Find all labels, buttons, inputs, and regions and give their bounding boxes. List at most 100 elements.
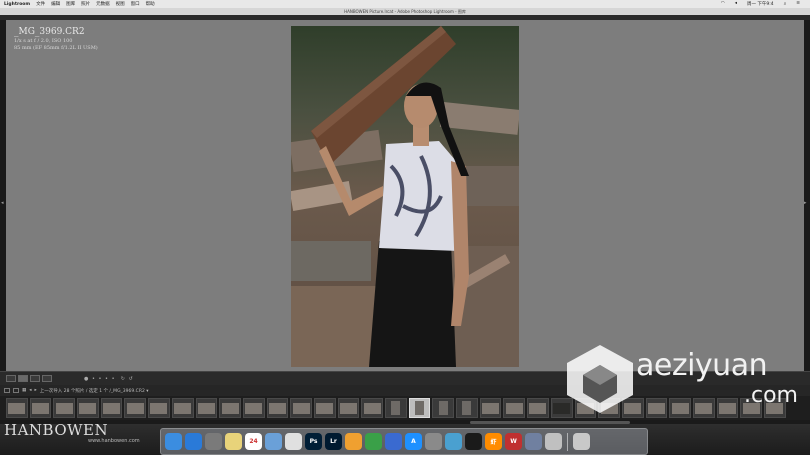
menu-help[interactable]: 帮助 xyxy=(146,1,155,7)
notes-icon[interactable] xyxy=(225,433,242,450)
filmstrip-thumbnail[interactable] xyxy=(337,398,360,418)
filmstrip-thumbnail[interactable] xyxy=(77,398,99,418)
thumbnail-image xyxy=(268,402,286,414)
filmstrip-thumbnail[interactable] xyxy=(361,398,383,418)
filmstrip-thumbnail[interactable] xyxy=(479,398,502,418)
dock-separator xyxy=(567,432,568,451)
filmstrip-grid-icon[interactable]: ▦ xyxy=(22,388,26,393)
clock-text[interactable]: 周一 下午9:4 xyxy=(747,1,774,7)
filmstrip-thumbnail[interactable] xyxy=(645,398,668,418)
menu-metadata[interactable]: 元数据 xyxy=(96,1,110,7)
left-panel-toggle-icon[interactable]: ◂ xyxy=(1,200,7,206)
compare-view-button[interactable] xyxy=(30,375,40,382)
filmstrip-thumbnail[interactable] xyxy=(408,398,431,418)
filmstrip-back-icon[interactable]: ◂ xyxy=(29,388,31,393)
thumbnail-image xyxy=(363,402,381,414)
filmstrip-thumbnail[interactable] xyxy=(313,398,336,418)
finder-icon[interactable] xyxy=(165,433,182,450)
survey-view-button[interactable] xyxy=(42,375,52,382)
filmstrip-thumbnail[interactable] xyxy=(242,398,265,418)
launchpad-icon[interactable] xyxy=(205,433,222,450)
screenshot-icon[interactable] xyxy=(545,433,562,450)
thumbnail-image xyxy=(647,402,665,414)
menu-view[interactable]: 视图 xyxy=(116,1,125,7)
thumbnail-image xyxy=(391,401,401,415)
photo-filename: _MG_3969.CR2 xyxy=(14,27,85,37)
instruments-icon[interactable] xyxy=(445,433,462,450)
filmstrip-forward-icon[interactable]: ▸ xyxy=(35,388,37,393)
filmstrip-thumbnail[interactable] xyxy=(266,398,289,418)
pages-icon[interactable] xyxy=(345,433,362,450)
grid-view-button[interactable] xyxy=(6,375,16,382)
thumbnail-image xyxy=(505,402,523,414)
menu-window[interactable]: 窗口 xyxy=(131,1,140,7)
loupe-view[interactable]: _MG_3969.CR2 1/x s at f / 2.0, ISO 100 8… xyxy=(6,20,804,371)
filmstrip-thumbnail[interactable] xyxy=(716,398,739,418)
thumbnail-image xyxy=(103,402,121,414)
filmstrip-source-label[interactable]: 上一次导入 28 个照片 / 选定 1 个 /_MG_3969.CR2 ▾ xyxy=(40,388,149,394)
appstore-icon[interactable]: A xyxy=(405,433,422,450)
photoshop-icon[interactable]: Ps xyxy=(305,433,322,450)
filmstrip-thumbnail[interactable] xyxy=(171,398,194,418)
toolbar-page-dots: ● • • • • ↻ ↺ xyxy=(84,375,134,382)
numbers-icon[interactable] xyxy=(365,433,382,450)
menu-edit[interactable]: 编辑 xyxy=(51,1,60,7)
filmstrip-thumbnail[interactable] xyxy=(456,398,478,418)
loupe-view-button[interactable] xyxy=(18,375,28,382)
macos-dock: 24 Ps Lr A 虾 W xyxy=(160,428,648,455)
menu-library[interactable]: 图库 xyxy=(66,1,75,7)
keynote-icon[interactable] xyxy=(385,433,402,450)
xiami-icon[interactable]: 虾 xyxy=(485,433,502,450)
filmstrip-thumbnail[interactable] xyxy=(219,398,241,418)
filmstrip-thumbnail[interactable] xyxy=(385,398,407,418)
filmstrip-thumbnail[interactable] xyxy=(53,398,76,418)
menubar-status-area: ◠ ◂ 周一 下午9:4 ⌕ ≡ xyxy=(721,1,806,7)
qq-icon[interactable] xyxy=(465,433,482,450)
right-panel-toggle-icon[interactable]: ▸ xyxy=(804,200,810,206)
rocket-icon[interactable] xyxy=(525,433,542,450)
thumbnail-image xyxy=(245,402,263,414)
lightroom-icon[interactable]: Lr xyxy=(325,433,342,450)
filmstrip-thumbnail[interactable] xyxy=(124,398,147,418)
filmstrip-thumbnail[interactable] xyxy=(195,398,218,418)
thumbnail-image xyxy=(316,402,334,414)
filmstrip-nav-square[interactable] xyxy=(4,388,10,393)
main-photo xyxy=(291,26,519,367)
filmstrip-thumbnail[interactable] xyxy=(692,398,715,418)
filmstrip-thumbnail[interactable] xyxy=(503,398,526,418)
trash-icon[interactable] xyxy=(573,433,590,450)
menu-file[interactable]: 文件 xyxy=(36,1,45,7)
filmstrip-thumbnail[interactable] xyxy=(290,398,312,418)
thumbnail-image xyxy=(150,402,168,414)
filmstrip[interactable] xyxy=(0,396,810,420)
menu-list-icon[interactable]: ≡ xyxy=(796,1,800,7)
filmstrip-thumbnail[interactable] xyxy=(148,398,170,418)
filmstrip-thumbnail[interactable] xyxy=(6,398,28,418)
wps-icon[interactable]: W xyxy=(505,433,522,450)
brand-watermark: aeziyuan xyxy=(636,348,768,383)
photo-info-overlay: _MG_3969.CR2 1/x s at f / 2.0, ISO 100 8… xyxy=(14,27,98,51)
thumbnail-image xyxy=(126,402,144,414)
thumbnail-image xyxy=(292,402,310,414)
filmstrip-thumbnail[interactable] xyxy=(669,398,691,418)
menu-photo[interactable]: 照片 xyxy=(81,1,90,7)
volume-icon[interactable]: ◂ xyxy=(735,1,737,7)
search-icon[interactable]: ⌕ xyxy=(784,1,787,7)
thumbnail-image xyxy=(438,401,448,415)
settings-icon[interactable] xyxy=(425,433,442,450)
preview-icon[interactable] xyxy=(265,433,282,450)
photos-icon[interactable] xyxy=(285,433,302,450)
thumbnail-image xyxy=(55,402,73,414)
calendar-icon[interactable]: 24 xyxy=(245,433,262,450)
thumbnail-image xyxy=(32,402,50,414)
thumbnail-image xyxy=(671,402,689,414)
filmstrip-thumbnail[interactable] xyxy=(527,398,549,418)
filmstrip-second-window[interactable] xyxy=(13,388,19,393)
filmstrip-thumbnail[interactable] xyxy=(29,398,52,418)
filmstrip-thumbnail[interactable] xyxy=(432,398,455,418)
thumbnail-image xyxy=(415,401,425,415)
menu-app-name[interactable]: Lightroom xyxy=(4,2,30,7)
wifi-icon[interactable]: ◠ xyxy=(721,1,725,7)
filmstrip-thumbnail[interactable] xyxy=(100,398,123,418)
safari-icon[interactable] xyxy=(185,433,202,450)
